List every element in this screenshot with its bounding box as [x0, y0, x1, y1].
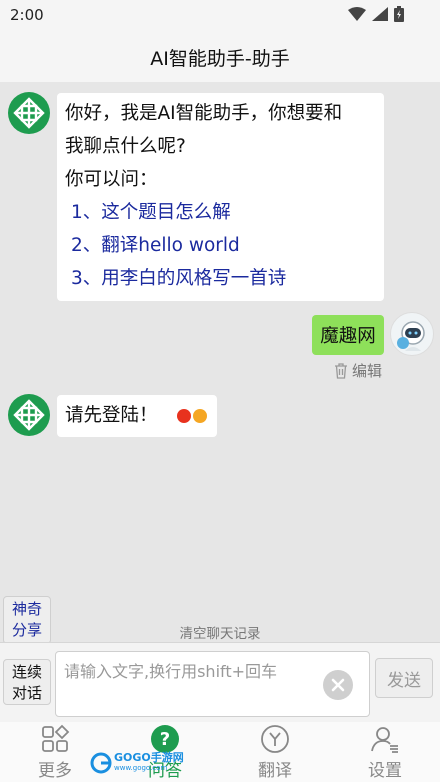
bottom-nav: 更多 ? 问答 翻译 设置	[0, 722, 440, 782]
continuous-chat-label: 对话	[11, 684, 42, 702]
bot-reply-text: 请先登陆！	[65, 405, 158, 426]
user-message-bubble: 魔趣网	[312, 315, 384, 355]
clear-input-button[interactable]	[323, 670, 353, 700]
send-button[interactable]: 发送	[375, 658, 433, 698]
welcome-line: 你可以问：	[65, 169, 158, 190]
nav-settings-label: 设置	[368, 761, 402, 781]
bot-reply-bubble: 请先登陆！	[57, 395, 217, 437]
welcome-line: 我聊点什么呢?	[65, 136, 186, 157]
title-bar: AI智能助手-助手	[0, 32, 440, 82]
suggestion-link[interactable]: 3、用李白的风格写一首诗	[65, 262, 376, 295]
grid-icon	[42, 724, 70, 752]
user-avatar	[390, 312, 434, 356]
gogo-logo-icon	[90, 752, 112, 774]
user-settings-icon	[371, 727, 398, 753]
suggestion-link[interactable]: 1、这个题目怎么解	[65, 196, 376, 229]
trash-icon	[335, 362, 347, 379]
bot-logo-icon	[13, 97, 45, 129]
bot-welcome-bubble: 你好，我是AI智能助手，你想要和 我聊点什么呢? 你可以问： 1、这个题目怎么解…	[57, 93, 384, 301]
magic-share-label: 神奇	[11, 600, 42, 618]
translate-icon	[261, 725, 289, 753]
clear-history-button[interactable]: 清空聊天记录	[0, 622, 440, 642]
status-icons	[348, 6, 404, 22]
close-icon	[331, 678, 345, 692]
nav-settings[interactable]: 设置	[330, 722, 440, 782]
watermark-logo: GOGO手游网 www.gogo.com	[90, 752, 184, 774]
edit-message-button[interactable]: 编辑	[334, 360, 382, 381]
loading-dot-red	[177, 409, 192, 423]
wifi-icon	[348, 7, 366, 21]
nav-translate[interactable]: 翻译	[220, 722, 330, 782]
battery-icon	[394, 6, 404, 22]
suggestion-link[interactable]: 2、翻译hello world	[65, 229, 376, 262]
nav-translate-label: 翻译	[258, 761, 292, 781]
bot-logo-icon	[13, 399, 45, 431]
astronaut-avatar-icon	[397, 321, 425, 351]
watermark-url: www.gogo.com	[114, 764, 168, 772]
signal-icon	[372, 7, 388, 21]
continuous-chat-label: 连续	[11, 663, 42, 681]
user-message-text: 魔趣网	[320, 326, 376, 347]
loading-dot-orange	[193, 409, 208, 423]
watermark-text: GOGO手游网	[114, 751, 184, 764]
page-title: AI智能助手-助手	[150, 47, 290, 70]
welcome-line: 你好，我是AI智能助手，你想要和	[65, 103, 343, 124]
svg-text:?: ?	[160, 729, 170, 750]
bot-avatar	[8, 92, 50, 134]
status-bar: 2:00	[0, 0, 440, 32]
edit-label: 编辑	[352, 362, 383, 380]
status-time: 2:00	[10, 6, 44, 24]
loading-indicator	[177, 409, 208, 423]
continuous-chat-button[interactable]: 连续 对话	[3, 659, 51, 705]
bot-avatar	[8, 394, 50, 436]
question-icon: ?	[151, 725, 179, 753]
input-area: 连续 对话 请输入文字,换行用shift+回车	[0, 642, 440, 722]
